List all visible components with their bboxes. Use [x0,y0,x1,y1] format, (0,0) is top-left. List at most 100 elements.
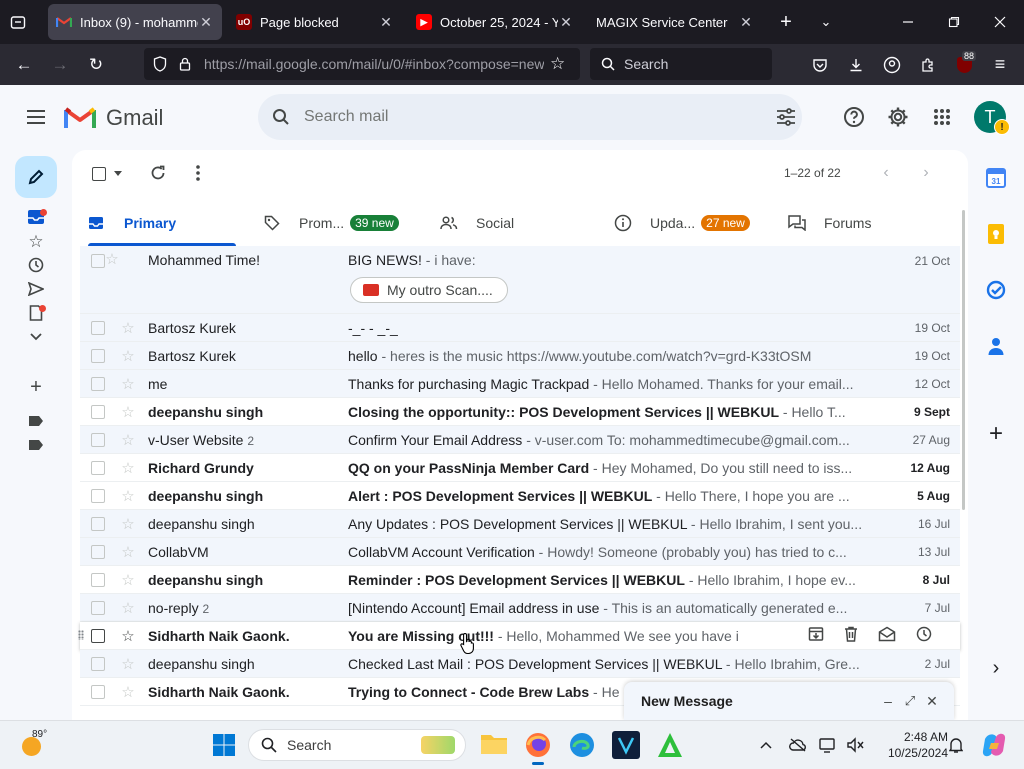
file-explorer-icon[interactable] [480,731,508,759]
search-options-icon[interactable] [774,108,798,126]
bookmark-star-icon[interactable]: ☆ [550,54,565,74]
email-row[interactable]: ☆ deepanshu singh Any Updates : POS Devel… [80,510,960,538]
account-avatar[interactable]: T ! [974,101,1010,135]
reload-icon[interactable]: ↻ [80,44,112,85]
close-window-icon[interactable] [988,10,1012,34]
sent-icon[interactable] [24,278,48,300]
vscode-style-app-icon[interactable] [612,731,640,759]
url-bar[interactable]: https://mail.google.com/mail/u/0/#inbox?… [144,48,580,80]
tab-updates[interactable]: Upda... 27 new [614,202,750,244]
close-tab-icon[interactable]: ✕ [738,14,754,31]
close-tab-icon[interactable]: ✕ [558,14,574,31]
tab-promotions[interactable]: Prom... 39 new [264,202,399,244]
newer-chevron-left-icon[interactable]: ‹ [876,162,896,184]
older-chevron-right-icon[interactable]: › [916,162,936,184]
mail-search-bar[interactable] [258,94,802,140]
weather-widget[interactable]: 89° [22,729,62,757]
keep-notes-icon[interactable] [982,220,1010,248]
minimize-window-icon[interactable] [896,10,920,34]
starred-icon[interactable]: ☆ [24,231,48,253]
browser-search-bar[interactable]: Search [590,48,772,80]
star-icon[interactable]: ☆ [120,487,136,505]
show-hidden-icons-chevron-icon[interactable] [756,735,776,755]
tab-primary[interactable]: Primary [88,202,236,246]
row-checkbox[interactable] [91,460,105,475]
system-clock[interactable]: 2:48 AM 10/25/2024 [872,729,948,761]
mark-as-read-icon[interactable] [878,626,896,645]
more-chevron-down-icon[interactable] [24,326,48,348]
star-icon[interactable]: ☆ [120,515,136,533]
browser-tab-inbox[interactable]: Inbox (9) - mohammed ✕ [48,4,222,40]
star-icon[interactable]: ☆ [120,459,136,477]
apps-grid-icon[interactable] [928,103,956,131]
drafts-icon[interactable] [24,302,48,324]
star-icon[interactable]: ☆ [104,250,120,268]
taskbar-search-box[interactable]: Search [248,729,466,761]
more-options-vertical-icon[interactable] [188,162,208,184]
tab-social[interactable]: Social [440,202,514,244]
lock-icon[interactable] [176,57,194,71]
mail-search-input[interactable] [302,107,726,127]
tasks-icon[interactable] [982,276,1010,304]
email-row[interactable]: ☆ deepanshu singh Closing the opportunity… [80,398,960,426]
show-side-panel-chevron-icon[interactable]: › [982,654,1010,682]
email-row[interactable]: ☆ v-User Website 2 Confirm Your Email Addr… [80,426,960,454]
tab-forums[interactable]: Forums [788,202,871,244]
browser-tab-page-blocked[interactable]: uO Page blocked ✕ [228,4,402,40]
contacts-icon[interactable] [982,332,1010,360]
email-row[interactable]: ☆ deepanshu singh Checked Last Mail : POS… [80,650,960,678]
email-row[interactable]: ☆ Bartosz Kurek -_- - _-_ 19 Oct [80,314,960,342]
close-tab-icon[interactable]: ✕ [378,14,394,31]
browser-tab-youtube[interactable]: ▶ October 25, 2024 - YouT ✕ [408,4,582,40]
start-windows-icon[interactable] [212,733,236,757]
row-checkbox[interactable] [91,320,105,335]
pocket-icon[interactable] [804,44,836,85]
mail-list-scrollbar[interactable] [962,210,965,510]
label-tag-icon[interactable] [24,410,48,432]
select-all-checkbox[interactable] [92,167,106,181]
tab-overflow-chevron-icon[interactable]: ⌄ [814,10,838,34]
notification-bell-icon[interactable] [946,735,966,755]
main-menu-icon[interactable] [20,101,52,133]
star-icon[interactable]: ☆ [120,599,136,617]
email-row[interactable]: ☆ deepanshu singh Alert : POS Development… [80,482,960,510]
get-addons-plus-icon[interactable]: + [982,420,1010,448]
star-icon[interactable]: ☆ [120,375,136,393]
forward-arrow-icon[interactable]: → [44,44,76,85]
email-row[interactable]: ☆ deepanshu singh Reminder : POS Developm… [80,566,960,594]
star-icon[interactable]: ☆ [120,403,136,421]
select-dropdown-chevron-icon[interactable] [112,166,124,180]
row-checkbox[interactable] [91,432,105,447]
star-icon[interactable]: ☆ [120,655,136,673]
row-checkbox[interactable] [91,516,105,531]
compose-title[interactable]: New Message [641,693,878,709]
email-row[interactable]: ☆ me Thanks for purchasing Magic Trackpad… [80,370,960,398]
create-label-plus-icon[interactable]: + [24,376,48,398]
star-icon[interactable]: ☆ [120,627,136,645]
row-checkbox[interactable] [91,544,105,559]
inbox-icon[interactable] [24,206,48,228]
row-checkbox[interactable] [91,656,105,671]
compose-window[interactable]: New Message – ⤢ ✕ [624,682,954,720]
new-tab-icon[interactable]: + [774,10,798,34]
row-checkbox[interactable] [91,488,105,503]
star-icon[interactable]: ☆ [120,431,136,449]
account-icon[interactable] [876,44,908,85]
email-row[interactable]: ☆ Mohammed Time! BIG NEWS! - i have: My … [80,246,960,314]
row-checkbox[interactable] [91,628,105,643]
row-checkbox[interactable] [91,572,105,587]
volume-muted-icon[interactable] [846,735,866,755]
close-tab-icon[interactable]: ✕ [198,14,214,31]
green-app-icon[interactable] [656,731,684,759]
browser-tab-magix[interactable]: MAGIX Service Center ✕ [588,4,762,40]
expand-fullscreen-icon[interactable]: ⤢ [900,693,920,709]
settings-gear-icon[interactable] [884,103,912,131]
extensions-icon[interactable] [912,44,944,85]
restore-window-icon[interactable] [942,10,966,34]
row-checkbox[interactable] [91,404,105,419]
email-row[interactable]: ☆ no-reply 2 [Nintendo Account] Email addr… [80,594,960,622]
network-icon[interactable] [818,735,838,755]
tab-list-icon[interactable] [8,12,28,32]
search-icon[interactable] [268,108,294,126]
star-icon[interactable]: ☆ [120,347,136,365]
